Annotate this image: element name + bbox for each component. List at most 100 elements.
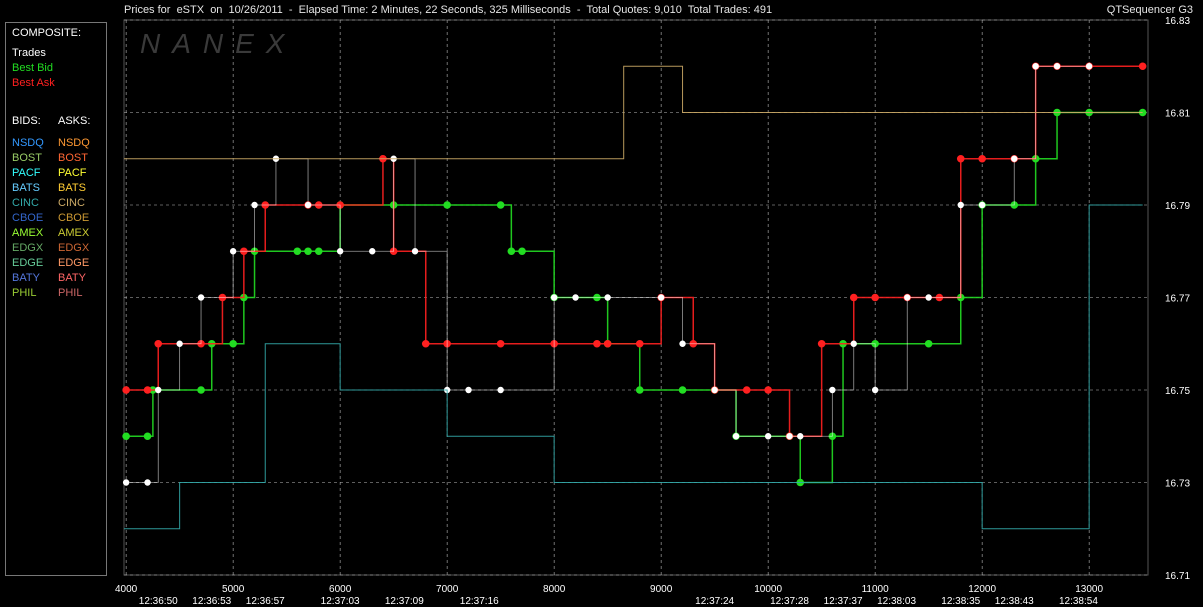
series-trades-point [1032,63,1039,70]
series-best-ask-point [849,293,858,302]
series-best-bid-point [229,339,237,348]
time-tick-label: 12:36:53 [192,596,231,607]
x-tick-label: 7000 [436,584,459,595]
price-chart: NANEX 16.71 16.73 16.75 16.77 16.79 16.81 16.8… [115,16,1190,607]
series-trades-point [978,201,986,209]
series-trades-point [1053,63,1061,70]
series-best-bid-point [443,201,451,209]
series-trades-point [465,386,472,394]
series-best-ask-point [764,386,772,394]
y-tick-label: 16.81 [1165,109,1190,120]
x-tick-label: 4000 [115,584,138,595]
y-tick-label: 16.75 [1165,386,1190,397]
time-tick-label: 12:38:35 [941,596,980,607]
series-best-bid-point [507,247,516,256]
x-tick-label: 9000 [650,584,673,595]
series-trades-point [304,201,312,209]
time-tick-label: 12:37:16 [460,596,499,607]
series-best-ask-point [1138,62,1147,71]
series-trades-point [957,201,964,209]
series-trades-point [786,433,793,440]
series-best-bid-point [924,339,933,348]
series-trades-point [122,479,130,486]
series-trades-point [925,294,932,301]
y-tick-label: 16.79 [1165,201,1190,212]
series-trades-point [829,386,836,394]
series-best-ask-point [154,339,163,348]
time-tick-label: 12:38:54 [1059,596,1098,607]
series-trades-point [604,294,611,301]
series-trades-point [1085,63,1093,70]
series-cinc-line [124,204,1143,530]
x-tick-label: 6000 [329,584,352,595]
series-best-ask-point [742,386,751,394]
series-best-ask-point [143,386,152,394]
series-best-ask-point [603,339,612,348]
time-tick-label: 12:36:50 [139,596,178,607]
series-trades-point [497,386,504,394]
time-tick-label: 12:36:57 [246,596,285,607]
series-trades-point [572,294,579,301]
series-trades-point [732,433,740,440]
series-best-bid-point [635,386,644,394]
y-axis: 16.71 16.73 16.75 16.77 16.79 16.81 16.83 [1165,16,1190,582]
series-trades-point [711,386,718,394]
x-tick-label: 11000 [862,584,890,595]
series-best-ask-point [593,339,601,348]
series-trades-point [229,248,237,255]
series-layer [122,62,1147,530]
series-trades-point [144,479,151,486]
y-tick-label: 16.71 [1165,571,1190,582]
series-trades-line [126,65,1090,483]
series-best-bid-point [293,247,302,256]
series-best-bid-point [678,386,687,394]
series-trades-point [411,248,419,255]
series-best-ask-point [978,154,986,163]
series-best-bid-point [314,247,323,256]
watermark: NANEX [140,28,296,59]
x-axis: 4000 5000 6000 7000 8000 9000 10000 11000 12000 1… [115,584,1103,595]
series-trades-point [904,294,911,301]
time-tick-label: 12:37:03 [321,596,360,607]
x-tick-label: 12000 [968,584,996,595]
series-trades-point [176,340,183,347]
series-trades-point [657,294,665,301]
series-trades-point [336,248,344,255]
time-tick-label: 12:37:28 [770,596,809,607]
time-tick-label: 12:38:03 [877,596,916,607]
series-trades-point [871,386,879,394]
series-trades-point [251,201,258,209]
series-trades-point [1011,155,1018,162]
series-best-bid-point [122,432,130,441]
series-trades-point [197,294,205,301]
series-best-ask-point [871,293,879,302]
time-tick-label: 12:37:09 [385,596,424,607]
series-trades-point [679,340,686,347]
series-best-bid-point [496,201,505,209]
series-best-bid-point [197,386,205,394]
series-best-ask-point [496,339,505,348]
series-best-ask-point [635,339,644,348]
series-trades-point [155,386,162,394]
series-trades-point [797,433,804,440]
series-best-bid-point [518,247,526,256]
series-trades-point [764,433,772,440]
time-axis: 12:36:50 12:36:53 12:36:57 12:37:03 12:37:09… [139,596,1099,607]
x-tick-label: 5000 [222,584,245,595]
x-tick-label: 8000 [543,584,566,595]
y-tick-label: 16.77 [1165,294,1190,305]
series-trades-point [369,248,376,255]
x-tick-label: 13000 [1075,584,1103,595]
series-best-bid-point [143,432,152,441]
series-trades-point [550,294,558,301]
series-best-ask-point [817,339,826,348]
series-best-ask-point [122,386,130,394]
x-tick-label: 10000 [754,584,782,595]
time-tick-label: 12:37:24 [695,596,734,607]
series-best-ask-point [956,154,965,163]
series-best-bid-point [304,247,312,256]
series-trades-point [850,340,857,347]
time-tick-label: 12:38:43 [995,596,1034,607]
series-best-ask-point [421,339,430,348]
y-tick-label: 16.83 [1165,16,1190,27]
